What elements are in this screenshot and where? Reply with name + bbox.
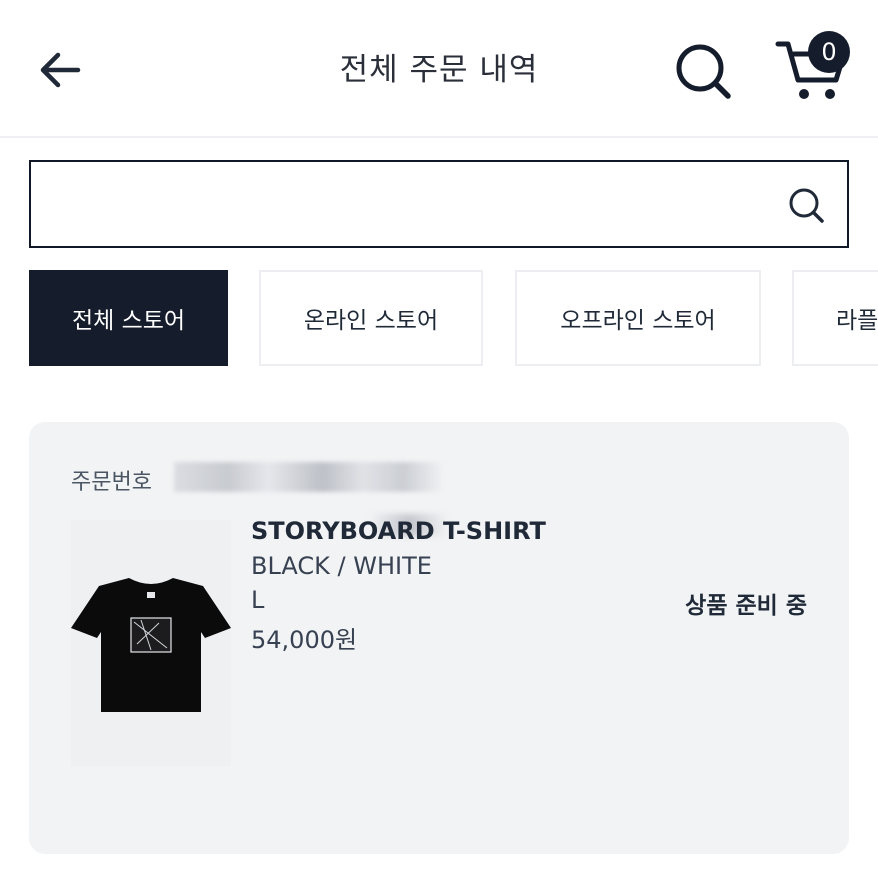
product-price: 54,000원 xyxy=(251,626,358,654)
cart-count-badge: 0 xyxy=(808,31,850,73)
product-image[interactable] xyxy=(71,520,231,766)
search-submit-icon[interactable] xyxy=(787,186,827,226)
header: 전체 주문 내역 0 xyxy=(0,0,878,138)
order-card[interactable]: 주문번호 STORYBOARD T-SHIRT BLACK / WHITE L … xyxy=(29,422,849,854)
order-status: 상품 준비 중 xyxy=(685,593,807,619)
tab-offline-store[interactable]: 오프라인 스토어 xyxy=(515,270,761,366)
store-tabs: 전체 스토어 온라인 스토어 오프라인 스토어 라플 xyxy=(29,270,878,368)
tab-all-store[interactable]: 전체 스토어 xyxy=(29,270,228,366)
tab-online-store[interactable]: 온라인 스토어 xyxy=(259,270,483,366)
product-name[interactable]: STORYBOARD T-SHIRT xyxy=(251,517,546,545)
order-number-label: 주문번호 xyxy=(71,470,152,495)
search-icon[interactable] xyxy=(672,40,734,102)
product-option: BLACK / WHITE xyxy=(251,552,432,580)
search-bar xyxy=(29,160,849,248)
redacted-order-number xyxy=(174,462,444,492)
tshirt-image xyxy=(71,578,231,712)
tab-raffle[interactable]: 라플 xyxy=(792,270,878,366)
page-title: 전체 주문 내역 xyxy=(339,52,539,88)
product-size: L xyxy=(251,586,265,614)
search-input[interactable] xyxy=(49,180,773,230)
order-history-page: 전체 주문 내역 0 전체 스토어 온라인 스토어 오프라인 스토어 라플 주문… xyxy=(0,0,878,878)
